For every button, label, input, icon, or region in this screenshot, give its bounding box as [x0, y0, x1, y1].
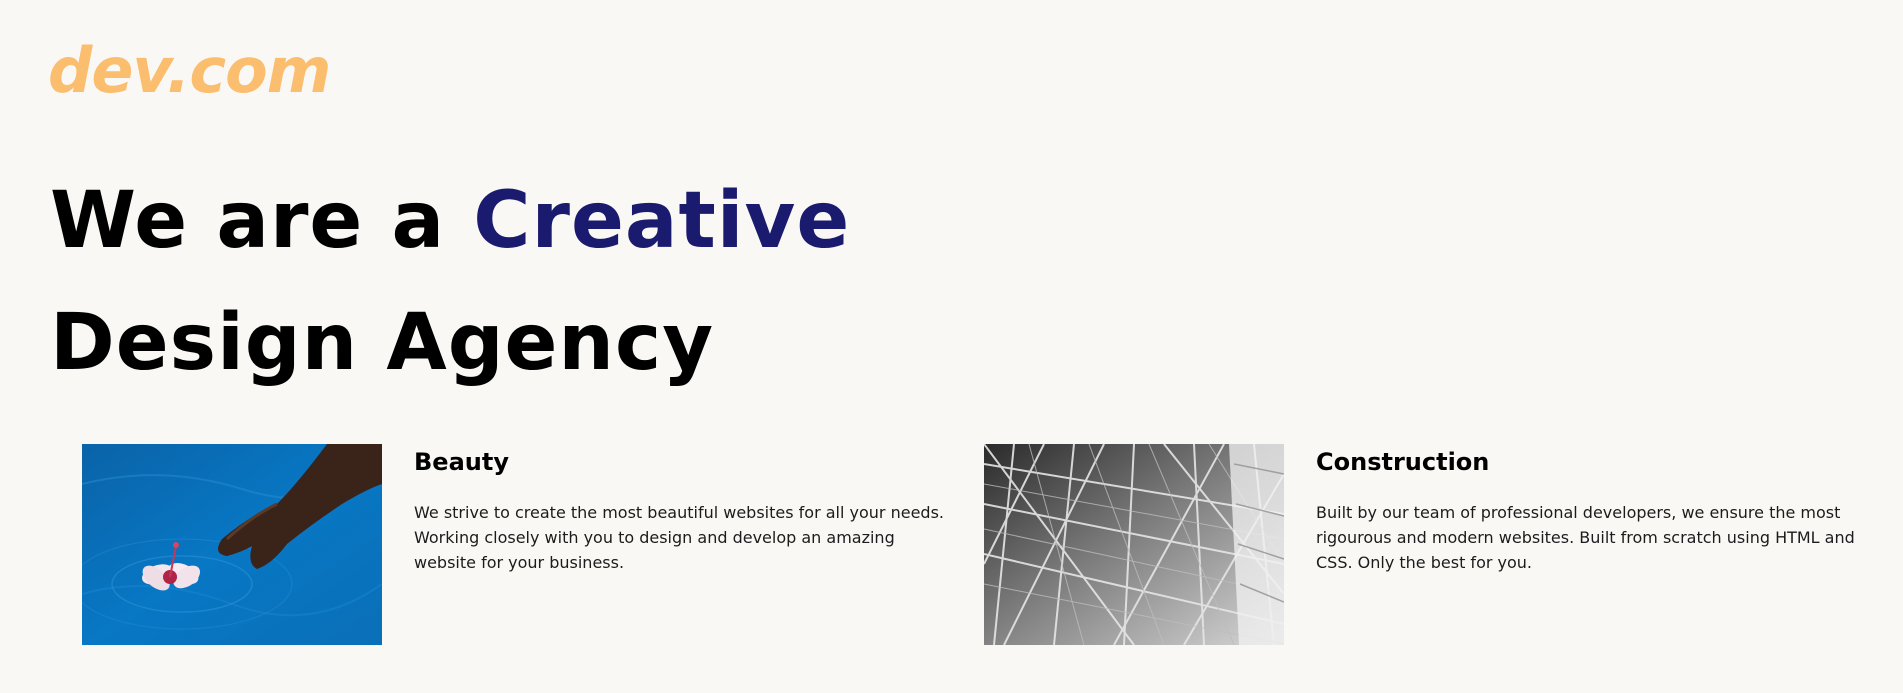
service-description-construction: Built by our team of professional develo… — [1316, 503, 1855, 572]
hero-line1-prefix: We are a — [50, 176, 474, 266]
beauty-photo — [82, 444, 382, 645]
construction-photo — [984, 444, 1284, 645]
service-description-beauty: We strive to create the most beautiful w… — [414, 503, 944, 572]
service-title-beauty: Beauty — [414, 448, 509, 476]
hero-accent-word: Creative — [473, 176, 851, 266]
service-card-beauty: Beauty We strive to create the most beau… — [82, 444, 952, 646]
service-card-construction: Construction Built by our team of profes… — [984, 444, 1855, 646]
hero-line2: Design Agency — [50, 298, 715, 388]
service-title-construction: Construction — [1316, 448, 1490, 476]
logo-link[interactable]: dev.com — [48, 26, 331, 116]
hero-headline: We are a Creative Design Agency — [50, 160, 850, 404]
steel-structure-image — [984, 444, 1284, 645]
hand-with-flower-image — [82, 444, 382, 645]
